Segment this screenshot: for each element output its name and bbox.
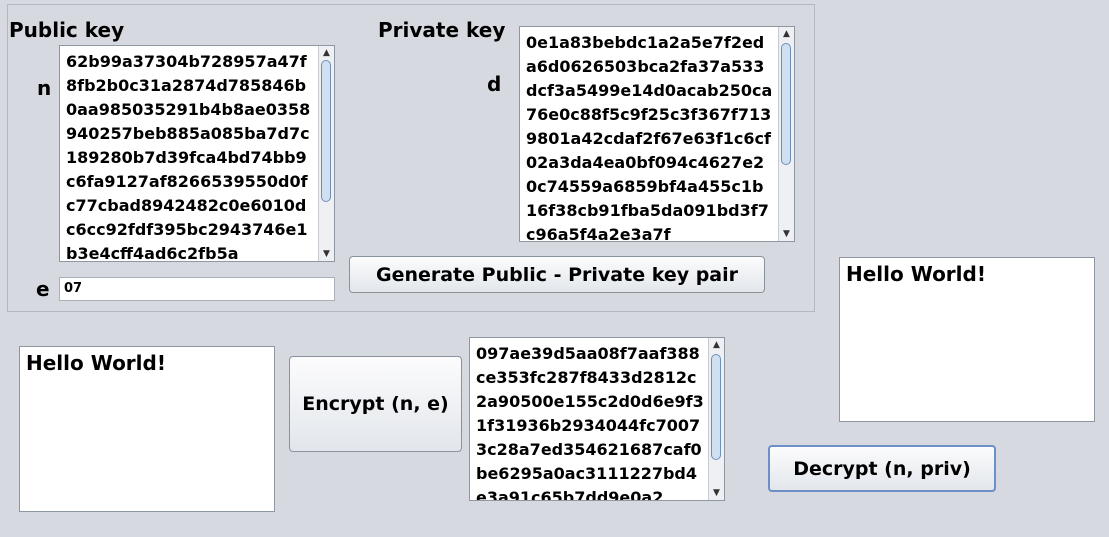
scroll-up-icon[interactable]: ▲ — [779, 27, 794, 41]
scroll-up-icon[interactable]: ▲ — [319, 46, 334, 60]
scroll-up-icon[interactable]: ▲ — [709, 338, 724, 352]
d-value: 0e1a83bebdc1a2a5e7f2eda6d0626503bca2fa37… — [526, 33, 773, 242]
d-textarea[interactable]: 0e1a83bebdc1a2a5e7f2eda6d0626503bca2fa37… — [519, 26, 795, 242]
generate-key-pair-button[interactable]: Generate Public - Private key pair — [349, 256, 765, 293]
ciphertext-scrollbar[interactable]: ▲ ▼ — [708, 338, 724, 500]
n-textarea[interactable]: 62b99a37304b728957a47f8fb2b0c31a2874d785… — [59, 45, 335, 262]
scroll-down-icon[interactable]: ▼ — [319, 247, 334, 261]
encrypt-button[interactable]: Encrypt (n, e) — [289, 356, 462, 452]
d-scrollbar[interactable]: ▲ ▼ — [778, 27, 794, 241]
n-label: n — [37, 76, 52, 100]
ciphertext-scroll-thumb[interactable] — [711, 354, 721, 460]
e-field[interactable]: 07 — [59, 277, 335, 301]
decrypted-output[interactable]: Hello World! — [839, 257, 1095, 422]
d-label: d — [487, 72, 502, 96]
e-label: e — [36, 277, 50, 301]
ciphertext-textarea[interactable]: 097ae39d5aa08f7aaf388ce353fc287f8433d281… — [469, 337, 725, 501]
scroll-down-icon[interactable]: ▼ — [779, 227, 794, 241]
n-scroll-thumb[interactable] — [321, 60, 331, 202]
plaintext-input[interactable]: Hello World! — [19, 346, 275, 512]
d-scroll-thumb[interactable] — [781, 43, 791, 165]
n-scrollbar[interactable]: ▲ ▼ — [318, 46, 334, 261]
public-key-title: Public key — [9, 18, 125, 42]
decrypt-button[interactable]: Decrypt (n, priv) — [768, 445, 996, 492]
private-key-title: Private key — [378, 18, 506, 42]
n-value: 62b99a37304b728957a47f8fb2b0c31a2874d785… — [66, 52, 311, 262]
scroll-down-icon[interactable]: ▼ — [709, 486, 724, 500]
ciphertext-value: 097ae39d5aa08f7aaf388ce353fc287f8433d281… — [476, 344, 704, 501]
